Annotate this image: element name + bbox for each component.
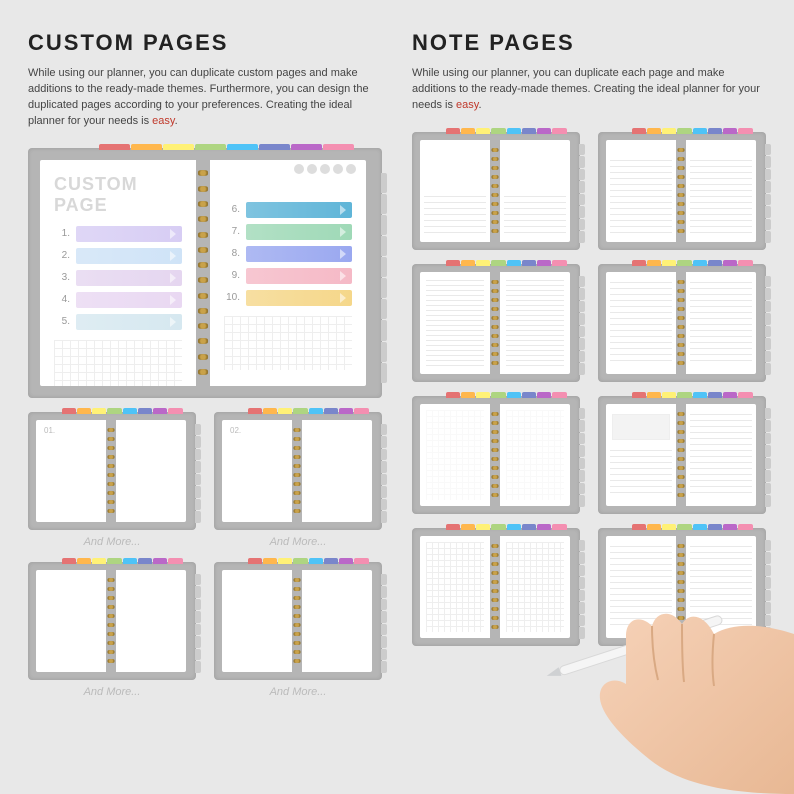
- custom-page-row: 2.: [54, 248, 182, 264]
- color-bar: [246, 268, 352, 284]
- row-number: 1.: [54, 228, 70, 239]
- custom-description: While using our planner, you can duplica…: [28, 66, 382, 130]
- color-bar: [246, 246, 352, 262]
- custom-page-featured: CUSTOM PAGE 1. 2. 3. 4. 5. 6. 7. 8. 9. 10.: [28, 148, 382, 398]
- custom-page-row: 8.: [224, 246, 352, 262]
- custom-page-row: 1.: [54, 226, 182, 242]
- custom-thumb-3: And More...: [28, 562, 196, 698]
- custom-thumb-2: 02. And More...: [214, 412, 382, 548]
- color-bar: [76, 270, 182, 286]
- note-thumb-5: [412, 396, 580, 514]
- note-thumb-7: [412, 528, 580, 646]
- grid-area: [54, 340, 182, 386]
- custom-pages-column: CUSTOM PAGES While using our planner, yo…: [28, 30, 382, 698]
- row-number: 6.: [224, 204, 240, 215]
- toolbar-icons: [294, 164, 356, 174]
- note-thumb-3: [412, 264, 580, 382]
- custom-page-row: 9.: [224, 268, 352, 284]
- and-more-caption: And More...: [28, 686, 196, 698]
- custom-page-row: 5.: [54, 314, 182, 330]
- note-thumb-6: [598, 396, 766, 514]
- note-description: While using our planner, you can duplica…: [412, 66, 766, 114]
- custom-heading: CUSTOM PAGES: [28, 30, 382, 56]
- and-more-caption: And More...: [214, 686, 382, 698]
- custom-page-row: 6.: [224, 202, 352, 218]
- color-bar: [246, 202, 352, 218]
- row-number: 7.: [224, 226, 240, 237]
- note-thumb-2: [598, 132, 766, 250]
- color-bar: [246, 290, 352, 306]
- spiral-binding: [196, 160, 210, 386]
- color-bar: [246, 224, 352, 240]
- note-heading: NOTE PAGES: [412, 30, 766, 56]
- grid-area: [224, 316, 352, 370]
- row-number: 8.: [224, 248, 240, 259]
- custom-page-row: 7.: [224, 224, 352, 240]
- custom-page-row: 3.: [54, 270, 182, 286]
- custom-page-row: 10.: [224, 290, 352, 306]
- note-thumb-1: [412, 132, 580, 250]
- and-more-caption: And More...: [28, 536, 196, 548]
- row-number: 2.: [54, 250, 70, 261]
- note-thumb-4: [598, 264, 766, 382]
- custom-page-title: CUSTOM PAGE: [54, 174, 182, 216]
- note-pages-column: NOTE PAGES While using our planner, you …: [412, 30, 766, 698]
- row-number: 10.: [224, 292, 240, 303]
- row-number: 5.: [54, 316, 70, 327]
- color-bar: [76, 292, 182, 308]
- color-bar: [76, 248, 182, 264]
- custom-thumb-4: And More...: [214, 562, 382, 698]
- and-more-caption: And More...: [214, 536, 382, 548]
- color-bar: [76, 226, 182, 242]
- row-number: 4.: [54, 294, 70, 305]
- custom-thumb-1: 01. And More...: [28, 412, 196, 548]
- row-number: 3.: [54, 272, 70, 283]
- custom-page-row: 4.: [54, 292, 182, 308]
- color-bar: [76, 314, 182, 330]
- note-thumb-8: [598, 528, 766, 646]
- row-number: 9.: [224, 270, 240, 281]
